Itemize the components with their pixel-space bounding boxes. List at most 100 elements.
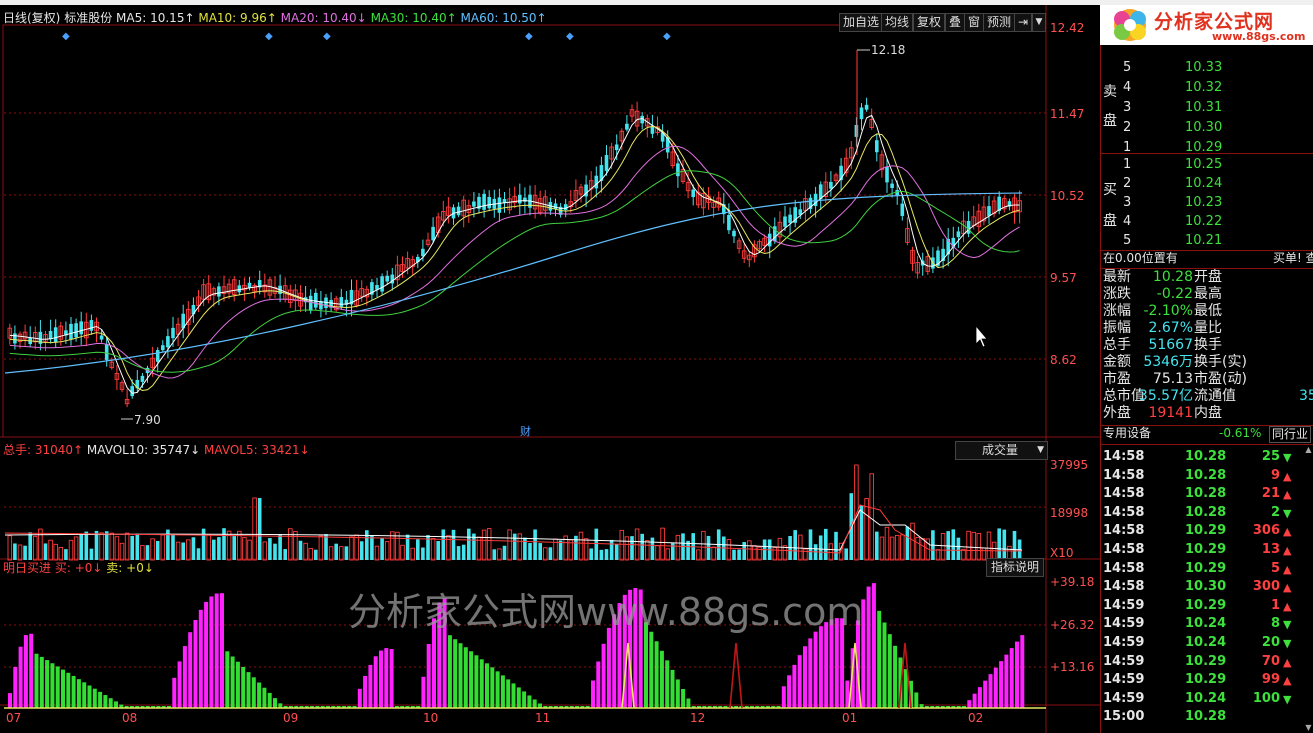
avg-line-button[interactable]: 均线 bbox=[881, 13, 914, 32]
svg-text:◆: ◆ bbox=[525, 31, 533, 42]
indicator-name: 明日买进 bbox=[3, 561, 52, 575]
order-level: 5 bbox=[1123, 233, 1132, 248]
indicator-bar bbox=[485, 663, 489, 708]
indicator-bar bbox=[198, 609, 203, 708]
indicator-bar bbox=[893, 645, 898, 708]
volume-bar bbox=[772, 547, 778, 561]
indicator-bar bbox=[474, 655, 479, 708]
indicator-bar bbox=[914, 692, 919, 708]
tick-row[interactable]: 14:59 10.29 70 ▲ bbox=[1101, 653, 1313, 671]
volume-bar bbox=[614, 544, 619, 560]
indicator-bar bbox=[887, 634, 892, 708]
chart-area[interactable]: ◆ ◆ ◆ ◆ ◆ ◆ 12.18 7.90 财 12.42 11.47 10.… bbox=[0, 5, 1100, 733]
buy-order-row[interactable]: 4 10.22 bbox=[1101, 212, 1313, 231]
svg-text:◆: ◆ bbox=[663, 31, 671, 42]
position-row[interactable]: 在0.00位置有 买单! 查 bbox=[1101, 249, 1313, 268]
volume-bar bbox=[604, 549, 609, 560]
tick-volume: 1 bbox=[1270, 597, 1280, 613]
indicator-bar bbox=[681, 688, 686, 708]
window-button[interactable]: 窗 bbox=[964, 13, 985, 32]
tick-price: 10.29 bbox=[1185, 542, 1227, 557]
add-watch-button[interactable]: 加自选 bbox=[839, 13, 884, 32]
candle-body bbox=[79, 321, 83, 335]
sell-order-row[interactable]: 3 10.31 bbox=[1101, 98, 1313, 117]
pin-icon[interactable]: ⇥ bbox=[1014, 13, 1032, 32]
indicator-bar bbox=[458, 643, 463, 708]
tick-row[interactable]: 14:59 10.29 1 ▲ bbox=[1101, 597, 1313, 615]
sell-order-row[interactable]: 4 10.32 bbox=[1101, 78, 1313, 97]
quote-key-2: 最低 bbox=[1194, 303, 1222, 319]
tick-row[interactable]: 14:59 10.24 8 ▼ bbox=[1101, 615, 1313, 633]
buy-tip[interactable]: 买单! 查 bbox=[1273, 249, 1313, 268]
indicator-bar bbox=[601, 643, 606, 708]
event-markers[interactable]: ◆ ◆ ◆ ◆ ◆ ◆ bbox=[62, 31, 671, 42]
tick-row[interactable]: 14:58 10.28 21 ▲ bbox=[1101, 485, 1313, 503]
chart-canvas[interactable]: ◆ ◆ ◆ ◆ ◆ ◆ 12.18 7.90 财 12.42 11.47 10.… bbox=[0, 5, 1100, 733]
volume-bar bbox=[421, 547, 425, 560]
indicator-bar bbox=[357, 688, 362, 708]
buy-order-row[interactable]: 2 10.24 bbox=[1101, 174, 1313, 193]
arrow-up-icon: ▲ bbox=[1283, 581, 1292, 595]
tick-row[interactable]: 14:58 10.29 13 ▲ bbox=[1101, 541, 1313, 559]
tick-row[interactable]: 14:59 10.24 100 ▼ bbox=[1101, 690, 1313, 708]
tick-time: 14:58 bbox=[1103, 504, 1145, 520]
buy-order-row[interactable]: 5 10.21 bbox=[1101, 231, 1313, 250]
tick-volume: 100 bbox=[1252, 690, 1280, 706]
tick-price: 10.29 bbox=[1185, 653, 1227, 669]
indicator-bar bbox=[670, 669, 675, 708]
forecast-button[interactable]: 预测 bbox=[983, 13, 1016, 32]
buy-order-row[interactable]: 1 10.25 bbox=[1101, 155, 1313, 174]
tick-row[interactable]: 14:58 10.28 2 ▼ bbox=[1101, 504, 1313, 522]
restore-button[interactable]: 复权 bbox=[913, 13, 946, 32]
candlesticks bbox=[7, 50, 1022, 408]
tick-volume: 8 bbox=[1270, 616, 1280, 632]
indicator-bar bbox=[813, 631, 818, 708]
volume-bar bbox=[181, 542, 185, 560]
dropdown-arrow-icon[interactable]: ▼ bbox=[1032, 13, 1046, 32]
quote-value-2: 35 bbox=[1299, 388, 1313, 404]
volume-bar bbox=[94, 530, 99, 560]
ma60-line bbox=[4, 192, 1023, 374]
peer-button[interactable]: 同行业 bbox=[1269, 426, 1312, 443]
period-label[interactable]: 日线(复权) bbox=[3, 11, 60, 25]
buy-order-row[interactable]: 3 10.23 bbox=[1101, 193, 1313, 212]
tick-volume: 9 bbox=[1270, 467, 1280, 483]
finance-marker[interactable]: 财 bbox=[520, 424, 531, 438]
sell-order-row[interactable]: 2 10.30 bbox=[1101, 118, 1313, 137]
position-text: 在0.00位置有 bbox=[1103, 251, 1178, 265]
indicator-bar bbox=[230, 656, 235, 708]
sell-order-row[interactable]: 5 10.33 bbox=[1101, 58, 1313, 77]
quote-key-2: 市盈(动) bbox=[1194, 371, 1247, 387]
candle-body bbox=[140, 375, 145, 382]
indicator-bar bbox=[511, 683, 516, 708]
arrow-up-icon: ▲ bbox=[1283, 599, 1292, 613]
scroll-down-icon[interactable]: ▼ bbox=[1304, 723, 1313, 733]
volume-bar bbox=[268, 538, 272, 560]
volume-bar bbox=[578, 531, 584, 561]
indicator-selector[interactable]: 成交量 ▼ bbox=[955, 441, 1048, 460]
candle-body bbox=[563, 204, 568, 211]
volume-bar bbox=[308, 548, 313, 561]
tick-row[interactable]: 14:59 10.29 99 ▲ bbox=[1101, 671, 1313, 689]
tick-row[interactable]: 14:58 10.29 306 ▲ bbox=[1101, 522, 1313, 540]
quote-row: 市盈 75.13 市盈(动) bbox=[1101, 371, 1313, 388]
tick-row[interactable]: 14:58 10.28 9 ▲ bbox=[1101, 467, 1313, 485]
tick-scrollbar[interactable]: ▲ ▼ bbox=[1304, 445, 1313, 733]
tick-row[interactable]: 14:59 10.24 20 ▼ bbox=[1101, 634, 1313, 652]
overlay-button[interactable]: 叠 bbox=[945, 13, 966, 32]
scroll-up-icon[interactable]: ▲ bbox=[1304, 445, 1313, 455]
tick-row[interactable]: 14:58 10.28 25 ▼ bbox=[1101, 448, 1313, 466]
indicator-bar bbox=[516, 687, 521, 708]
mouse-cursor-icon bbox=[975, 324, 988, 348]
tick-row[interactable]: 15:00 10.28 bbox=[1101, 708, 1313, 726]
tick-price: 10.24 bbox=[1185, 690, 1227, 706]
tick-row[interactable]: 14:58 10.29 5 ▲ bbox=[1101, 560, 1313, 578]
sector-row[interactable]: 专用设备 -0.61% 同行业 bbox=[1101, 424, 1313, 443]
volume-bar bbox=[940, 532, 946, 561]
order-level: 2 bbox=[1123, 120, 1132, 135]
volume-bar bbox=[828, 543, 834, 561]
indicator-bar bbox=[426, 643, 431, 708]
indicator-explain-button[interactable]: 指标说明 bbox=[986, 558, 1045, 577]
tick-row[interactable]: 14:58 10.30 300 ▲ bbox=[1101, 578, 1313, 596]
volume-bar bbox=[109, 532, 115, 561]
